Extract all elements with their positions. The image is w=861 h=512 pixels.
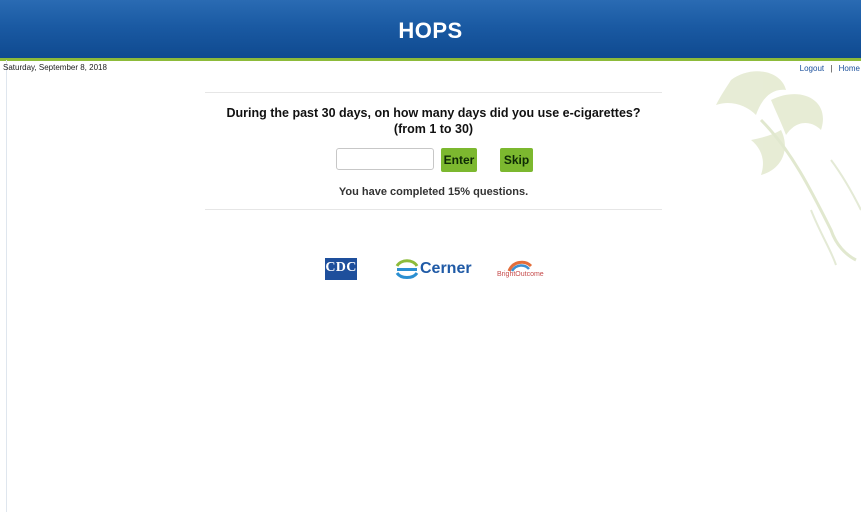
question-panel: During the past 30 days, on how many day… [205,92,662,210]
skip-button[interactable]: Skip [500,148,533,172]
cerner-logo-text: Cerner [420,260,472,277]
cerner-logo: Cerner [394,257,474,281]
leaf-decoration-icon [716,71,861,266]
answer-controls: Enter Skip [336,148,536,172]
app-title: HOPS [398,18,463,43]
question-line-1: During the past 30 days, on how many day… [226,106,641,120]
partner-logos: CDC Cerner BrightOutcome [0,256,861,286]
enter-button[interactable]: Enter [441,148,477,172]
left-border [6,60,7,512]
brightoutcome-mark-icon [507,260,533,272]
current-date: Saturday, September 8, 2018 [3,63,107,72]
cdc-logo: CDC [325,258,357,280]
page: HOPS Saturday, September 8, 2018 Logout … [0,0,861,512]
brightoutcome-logo: BrightOutcome [495,258,555,282]
answer-input[interactable] [336,148,434,170]
progress-text: You have completed 15% questions. [338,186,529,198]
brightoutcome-logo-text: BrightOutcome [497,271,544,278]
question-line-2: (from 1 to 30) [393,122,474,136]
question-text: During the past 30 days, on how many day… [205,105,662,137]
cerner-mark-icon [395,259,419,279]
